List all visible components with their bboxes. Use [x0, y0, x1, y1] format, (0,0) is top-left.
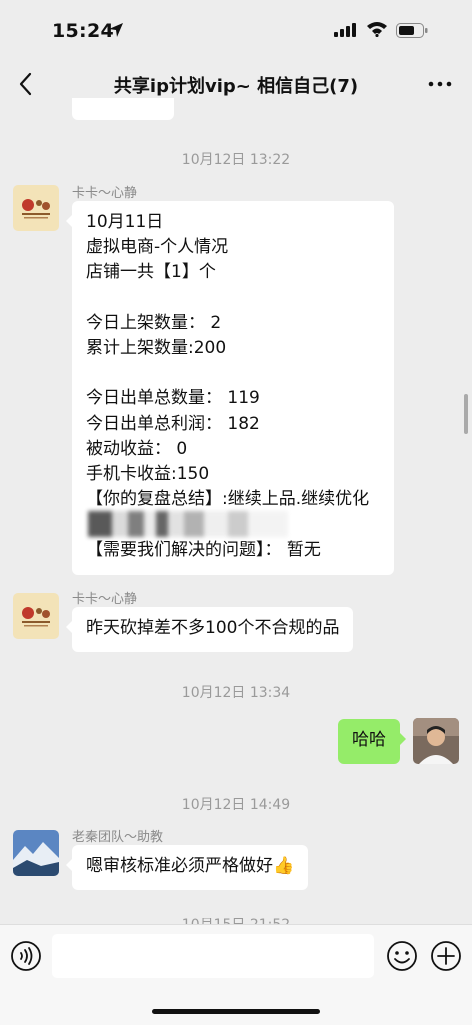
more-options-icon[interactable]: [426, 72, 454, 96]
home-indicator[interactable]: [152, 1009, 320, 1014]
emoji-icon[interactable]: [386, 940, 418, 972]
sender-name: 卡卡～心静: [72, 592, 138, 607]
timestamp: 10月12日 14:49: [181, 797, 291, 813]
chat-title: 共享ip计划vip~ 相信自己(7): [113, 76, 359, 97]
mountain-photo-icon: [13, 830, 59, 876]
back-chevron-icon[interactable]: [14, 70, 38, 98]
scrollbar[interactable]: [464, 394, 468, 434]
add-attachment-icon[interactable]: [430, 940, 462, 972]
message-input[interactable]: [52, 934, 374, 978]
store-logo-icon: [13, 593, 59, 639]
avatar-kaka[interactable]: [13, 593, 59, 639]
message-bubble[interactable]: 嗯审核标准必须严格做好👍: [65, 845, 309, 890]
timestamp: 10月12日 13:34: [181, 685, 291, 701]
location-arrow-icon: [109, 23, 123, 37]
chat-header: 共享ip计划vip~ 相信自己(7): [0, 60, 472, 108]
sender-name: 老秦团队～助教: [72, 830, 164, 845]
wifi-icon: [367, 22, 387, 37]
sender-name: 卡卡～心静: [72, 186, 138, 201]
previous-message-bubble[interactable]: [72, 98, 174, 120]
avatar-laoqin[interactable]: [13, 830, 59, 876]
avatar-kaka[interactable]: [13, 185, 59, 231]
voice-input-icon[interactable]: [10, 940, 42, 972]
redacted-text-block: [88, 511, 288, 537]
avatar-self[interactable]: [413, 718, 459, 764]
status-time: 15:24: [52, 20, 114, 42]
status-bar: 15:24: [0, 0, 472, 60]
message-bubble[interactable]: 昨天砍掉差不多100个不合规的品: [65, 607, 354, 652]
self-message-bubble[interactable]: 哈哈: [338, 719, 406, 764]
timestamp: 10月12日 13:22: [181, 152, 291, 168]
store-logo-icon: [13, 185, 59, 231]
cellular-signal-icon: [334, 23, 356, 37]
user-photo-icon: [413, 718, 459, 764]
battery-icon: [396, 23, 428, 38]
